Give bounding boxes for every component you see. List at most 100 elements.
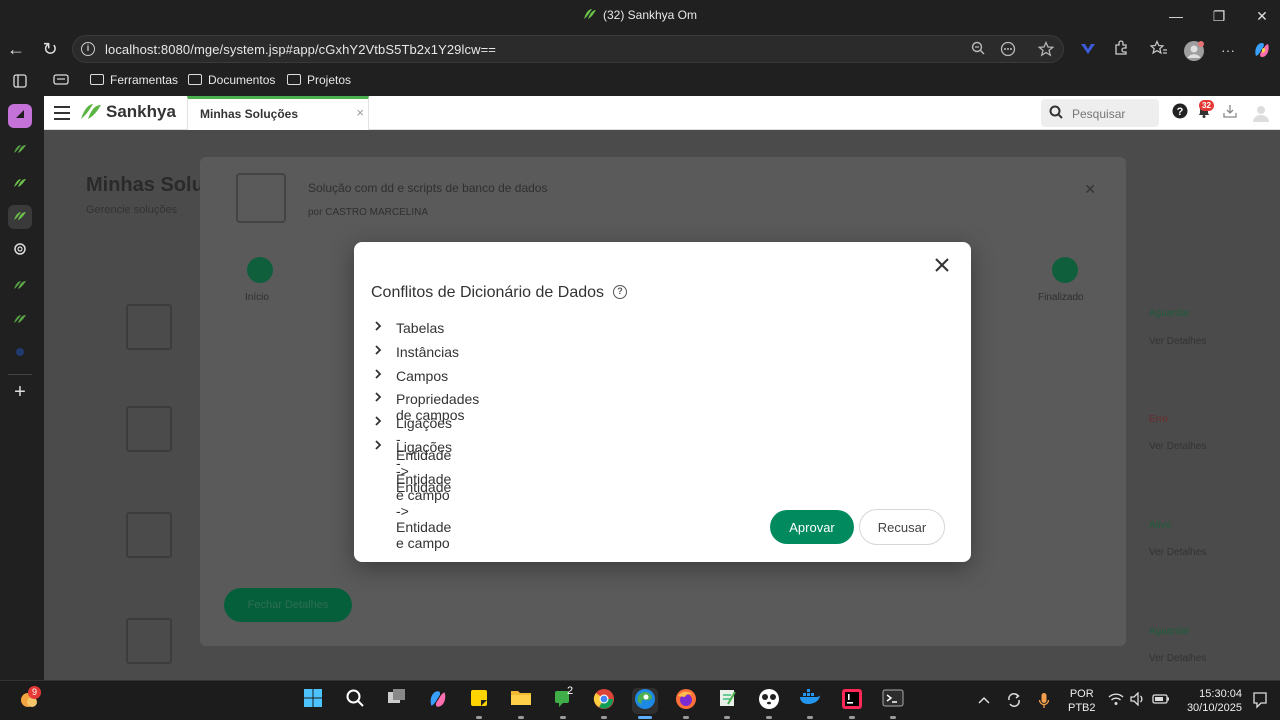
sidebar-sankhya-icon-3[interactable] [8,274,32,298]
status-badge: Aguardar [1149,308,1191,319]
chevron-right-icon[interactable] [373,440,383,450]
search-icon [1049,105,1063,119]
read-aloud-icon[interactable] [999,41,1017,59]
solution-thumbnail [126,512,172,558]
brand-logo[interactable]: Sankhya [80,102,176,122]
sidebar-sankhya-icon-active[interactable] [8,205,32,229]
sidebar-sankhya-icon-1[interactable] [8,138,32,162]
wifi-icon[interactable] [1108,692,1124,709]
active-indicator [638,716,652,719]
input-language[interactable]: POR PTB2 [1068,687,1096,715]
start-button-icon[interactable] [300,688,326,714]
site-info-icon[interactable]: i [81,42,95,56]
favorite-folder-projetos[interactable]: Projetos [287,73,351,87]
sidebar-sankhya-icon-2[interactable] [8,172,32,196]
approve-button[interactable]: Aprovar [770,510,854,544]
favorites-bar: Ferramentas Documentos Projetos [44,66,1280,96]
sync-icon[interactable] [1006,692,1022,711]
microphone-icon[interactable] [1038,692,1050,713]
search-box[interactable]: Pesquisar [1041,99,1159,127]
brand-name: Sankhya [106,102,176,121]
favorite-folder-ferramentas[interactable]: Ferramentas [90,73,178,87]
folder-icon [188,74,202,85]
url-text[interactable]: localhost:8080/mge/system.jsp#app/cGxhY2… [105,42,496,57]
tree-item-label: Instâncias [396,343,460,360]
edge-browser-icon[interactable] [632,688,658,719]
folder-icon [90,74,104,85]
address-bar[interactable]: i localhost:8080/mge/system.jsp#app/cGxh… [72,35,1064,63]
battery-icon[interactable] [1152,692,1170,709]
tab-close-icon[interactable]: × [356,105,364,120]
favorites-icon[interactable] [1149,40,1169,60]
user-avatar-icon[interactable] [1251,103,1271,123]
running-indicator [724,716,730,719]
tab-minhas-solucoes[interactable]: Minhas Soluções × [187,96,369,130]
app-header: Sankhya Minhas Soluções × Pesquisar ? 32 [44,96,1280,130]
intellij-icon[interactable] [839,688,865,719]
download-icon[interactable] [1220,103,1240,123]
chat-app-icon[interactable]: 2 [550,685,576,719]
sidebar-sankhya-icon-4[interactable] [8,308,32,332]
file-explorer-icon[interactable] [508,688,534,719]
close-window-button[interactable]: ✕ [1242,4,1280,28]
sidebar-toggle-icon[interactable] [8,72,32,96]
tray-overflow-chevron-icon[interactable] [978,693,990,708]
sidebar-app-purple-icon[interactable] [8,104,32,128]
wizard-close-icon[interactable]: ✕ [1084,181,1096,198]
status-badge: Erro [1149,414,1168,425]
chevron-right-icon[interactable] [373,416,383,426]
favorite-star-icon[interactable] [1037,41,1055,59]
sticky-notes-icon[interactable] [466,688,492,719]
chevron-right-icon[interactable] [373,392,383,403]
reject-button[interactable]: Recusar [859,509,945,545]
notepad-icon[interactable] [714,688,740,719]
step-start-check-icon [247,257,273,283]
favorite-folder-documentos[interactable]: Documentos [188,73,275,87]
chrome-icon[interactable] [591,688,617,719]
minimize-button[interactable]: — [1156,4,1196,28]
copilot-icon[interactable] [1252,40,1272,60]
sidebar-blue-app-icon[interactable] [8,342,32,366]
system-clock[interactable]: 15:30:04 30/10/2025 [1180,687,1242,715]
chevron-right-icon[interactable] [373,345,383,355]
volume-icon[interactable] [1130,691,1146,709]
close-dialog-icon[interactable] [933,256,951,274]
firefox-icon[interactable] [673,688,699,719]
close-details-button[interactable]: Fechar Detalhes [224,588,352,622]
sidebar-add-icon[interactable]: + [8,380,32,404]
view-details-link[interactable]: Ver Detalhes [1149,547,1206,558]
chevron-right-icon[interactable] [373,368,383,379]
search-placeholder: Pesquisar [1072,107,1126,121]
sidebar-openai-icon[interactable] [8,240,32,264]
task-view-icon[interactable] [384,688,410,714]
back-button[interactable]: ← [3,36,29,62]
copilot-taskbar-icon[interactable] [425,688,451,714]
view-details-link[interactable]: Ver Detalhes [1149,336,1206,347]
page-title: Minhas Solu [86,174,204,196]
notification-center-icon[interactable] [1252,691,1268,712]
terminal-icon[interactable] [880,688,906,719]
more-menu-button[interactable]: ··· [1218,40,1238,60]
sankhya-logo-icon [583,9,596,19]
panda-app-icon[interactable] [756,688,782,719]
help-icon[interactable]: ? [1170,103,1190,123]
view-details-link[interactable]: Ver Detalhes [1149,441,1206,452]
folder-icon [287,74,301,85]
profile-avatar-icon[interactable] [1183,40,1204,61]
view-details-link[interactable]: Ver Detalhes [1149,653,1206,664]
chevron-right-icon[interactable] [373,321,383,331]
svg-text:?: ? [1177,106,1184,118]
zoom-icon[interactable] [969,41,987,59]
wizard-title: Solução com dd e scripts de banco de dad… [308,181,548,195]
menu-icon[interactable] [54,106,70,120]
docker-icon[interactable] [797,688,823,719]
search-taskbar-icon[interactable] [342,688,368,714]
window-title-wrap: (32) Sankhya Om [0,8,1280,22]
reload-button[interactable]: ↻ [37,36,63,62]
tab-actions-icon[interactable] [53,73,69,90]
extension-icon[interactable] [1078,40,1098,60]
help-circle-icon[interactable]: ? [613,285,627,299]
maximize-button[interactable]: ❐ [1199,4,1239,28]
extensions-puzzle-icon[interactable] [1111,40,1131,60]
tab-label: Minhas Soluções [200,107,299,121]
